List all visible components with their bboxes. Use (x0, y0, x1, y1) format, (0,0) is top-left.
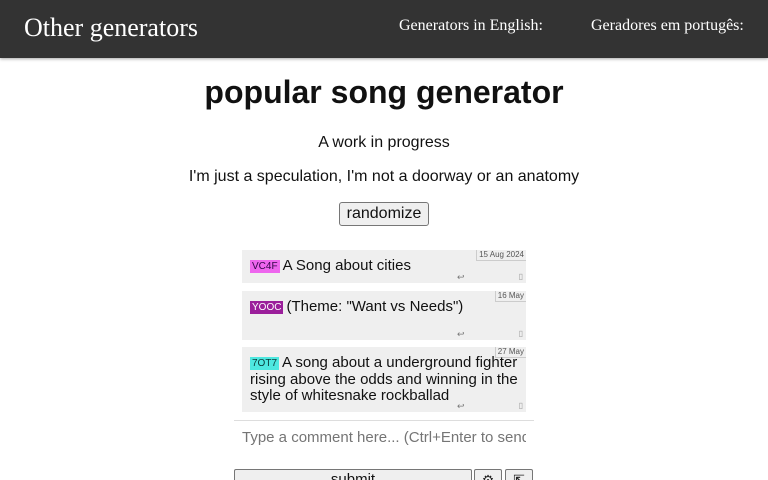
gear-icon[interactable]: ⚙ (474, 469, 502, 480)
reply-icon[interactable]: ↩ (457, 269, 465, 286)
randomize-button[interactable]: randomize (339, 202, 429, 226)
comment-user-tag[interactable]: VC4F (250, 260, 280, 273)
nav-generators-portuguese[interactable]: Geradores em portugês: (591, 17, 744, 35)
comment-options-icon[interactable]: ▯ (519, 398, 523, 415)
comment-text: A Song about cities (282, 257, 411, 274)
avatar-upload-icon[interactable]: ⇱ (505, 469, 533, 480)
page-subtitle: A work in progress (318, 134, 450, 151)
brand-link[interactable]: Other generators (24, 13, 198, 43)
comment-user-tag[interactable]: YOOC (250, 301, 284, 314)
reply-icon[interactable]: ↩ (457, 398, 465, 415)
comment-options-icon[interactable]: ▯ (519, 326, 523, 343)
reply-icon[interactable]: ↩ (457, 326, 465, 343)
comment-item: 27 May 7OT7 A song about a underground fi… (242, 347, 526, 412)
comment-options-icon[interactable]: ▯ (519, 269, 523, 286)
comment-item: 16 May YOOC (Theme: "Want vs Needs") ↩ ▯ (242, 291, 526, 340)
comment-text: A song about a underground fighter risin… (250, 354, 518, 404)
comment-input[interactable] (234, 420, 534, 454)
page-title: popular song generator (204, 74, 564, 110)
nav-generators-english[interactable]: Generators in English: (399, 17, 543, 35)
top-navbar: Other generators Generators in English: … (0, 0, 768, 58)
submit-button[interactable]: submit (234, 469, 472, 480)
comment-text: (Theme: "Want vs Needs") (286, 298, 464, 315)
generated-output: I'm just a speculation, I'm not a doorwa… (188, 168, 580, 185)
comment-item: 15 Aug 2024 VC4F A Song about cities ↩ ▯ (242, 250, 526, 283)
comment-user-tag[interactable]: 7OT7 (250, 357, 280, 370)
